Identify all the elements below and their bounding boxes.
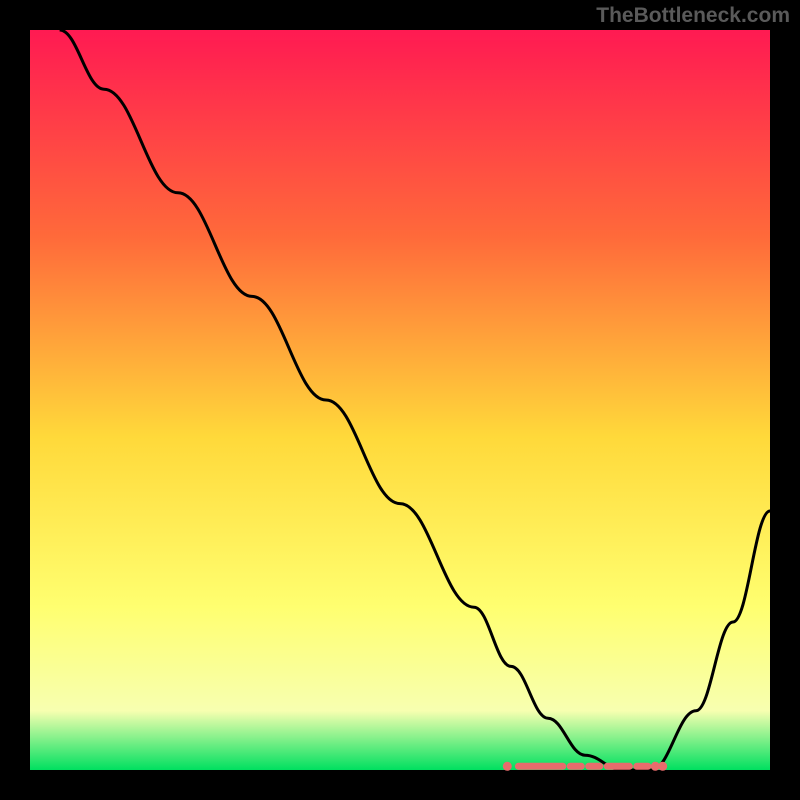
watermark-text: TheBottleneck.com (596, 4, 790, 28)
highlight-dot (658, 762, 667, 771)
chart-svg (0, 0, 800, 800)
highlight-dot (503, 762, 512, 771)
bottleneck-chart (0, 0, 800, 800)
